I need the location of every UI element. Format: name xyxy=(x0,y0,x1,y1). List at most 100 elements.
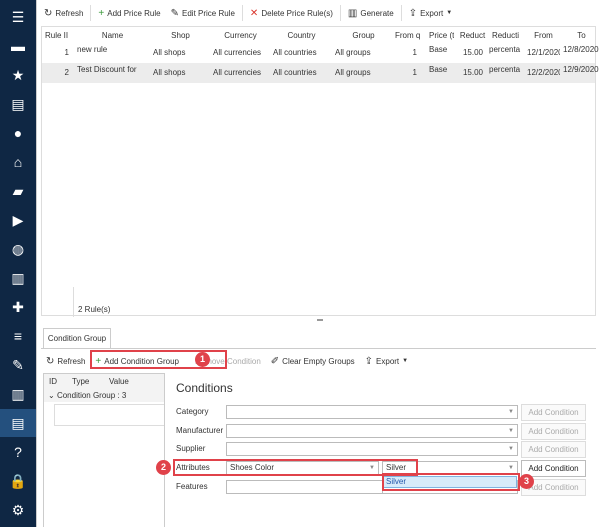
export-button[interactable]: ⇪ Export ▼ xyxy=(406,3,455,23)
chevron-down-icon: ▼ xyxy=(508,409,514,415)
refresh-button[interactable]: ↻ Refresh xyxy=(41,3,86,23)
sidebar-item-comment[interactable]: ▰ xyxy=(0,177,36,205)
table-cell: All countries xyxy=(273,68,317,77)
price-rules-grid: 2 Rule(s) Rule II Name Shop Currency Country… xyxy=(41,26,599,317)
add-condition-button[interactable]: Add Condition xyxy=(521,423,586,440)
chevron-down-icon: ⌄ xyxy=(48,391,55,400)
table-cell: percenta xyxy=(489,45,521,54)
col-value: Value xyxy=(109,377,129,386)
sidebar-item-store[interactable]: ▬ xyxy=(0,32,36,60)
comment-icon: ▰ xyxy=(12,182,24,199)
col-id: ID xyxy=(49,377,57,386)
group-child-row[interactable] xyxy=(54,404,164,426)
report-icon: ▥ xyxy=(11,385,25,402)
tree-header: ID Type Value xyxy=(44,374,164,388)
sidebar-item-sliders[interactable]: ≡ xyxy=(0,322,36,350)
pencil-icon: ✎ xyxy=(170,7,179,19)
col-type: Type xyxy=(72,377,90,386)
table-cell: 1 xyxy=(64,48,69,57)
chevron-down-icon: ▼ xyxy=(446,10,453,16)
condition-tree: ID Type Value ⌄ Condition Group : 3 xyxy=(43,373,165,527)
refresh-conditions-button[interactable]: ↻ Refresh xyxy=(43,351,88,371)
step-badge: 2 xyxy=(156,460,171,475)
sidebar-item-user[interactable]: ● xyxy=(0,119,36,147)
plus-icon: + xyxy=(98,7,105,19)
eraser-icon: ✐ xyxy=(270,355,280,367)
refresh-icon: ↻ xyxy=(44,7,53,19)
table-cell: All groups xyxy=(335,48,371,57)
truck-icon: ▶ xyxy=(12,211,24,228)
clear-empty-groups-button[interactable]: ✐ Clear Empty Groups xyxy=(268,351,358,371)
sidebar-item-globe[interactable]: ◍ xyxy=(0,235,36,263)
tab-condition-group[interactable]: Condition Group xyxy=(43,328,111,349)
table-cell: All currencies xyxy=(213,48,262,57)
inbox-icon: ▤ xyxy=(11,95,25,112)
delete-price-rule-button[interactable]: ✕ Delete Price Rule(s) xyxy=(247,3,336,23)
divider xyxy=(339,5,341,21)
table-cell: 15.00 xyxy=(462,68,483,77)
menu-icon: ☰ xyxy=(11,8,25,25)
sidebar-item-inbox[interactable]: ▤ xyxy=(0,90,36,118)
table-cell: percenta xyxy=(489,65,521,74)
condition-label: Manufacturer xyxy=(176,426,224,435)
condition-label: Supplier xyxy=(176,444,206,453)
wrench-icon: ✎ xyxy=(12,356,24,373)
export-conditions-button[interactable]: ⇪ Export ▼ xyxy=(362,351,411,371)
close-icon: ✕ xyxy=(249,7,259,19)
table-cell: 15.00 xyxy=(462,48,483,57)
chevron-down-icon: ▼ xyxy=(508,428,514,434)
sidebar-item-chart[interactable]: ▥ xyxy=(0,264,36,292)
generate-button[interactable]: ▥ Generate xyxy=(345,3,397,23)
refresh-icon: ↻ xyxy=(46,355,55,367)
step-badge: 3 xyxy=(519,474,534,489)
table-cell: 12/2/2020 xyxy=(527,68,560,77)
table-cell: 1 xyxy=(412,48,417,57)
toolbar: ↻ Refresh + Add Price Rule ✎ Edit Price Rul… xyxy=(41,2,455,24)
divider xyxy=(400,5,402,21)
chevron-down-icon: ▼ xyxy=(402,358,409,364)
condition-group-node[interactable]: ⌄ Condition Group : 3 xyxy=(44,388,164,402)
condition-combo[interactable]: ▼ xyxy=(226,442,518,456)
chevron-down-icon: ▼ xyxy=(508,446,514,452)
table-cell: 1 xyxy=(412,68,417,77)
sidebar-item-lock[interactable]: 🔒 xyxy=(0,467,36,495)
store-icon: ▬ xyxy=(11,38,25,54)
sidebar-item-menu[interactable]: ☰ xyxy=(0,3,36,31)
edit-price-rule-button[interactable]: ✎ Edit Price Rule xyxy=(168,3,238,23)
sidebar-item-wrench[interactable]: ✎ xyxy=(0,351,36,379)
table-cell: Base xyxy=(429,45,448,54)
add-condition-button[interactable]: Add Condition xyxy=(521,404,586,421)
archive-icon: ▤ xyxy=(11,414,25,431)
sidebar-item-basket[interactable]: ⌂ xyxy=(0,148,36,176)
generate-icon: ▥ xyxy=(347,7,358,19)
table-cell: All shops xyxy=(153,68,186,77)
globe-icon: ◍ xyxy=(11,240,25,257)
table-cell: 12/9/2020 xyxy=(563,65,599,74)
sidebar-item-gear[interactable]: ⚙ xyxy=(0,496,36,524)
condition-label: Features xyxy=(176,482,208,491)
sidebar-item-help[interactable]: ? xyxy=(0,438,36,466)
sidebar-item-archive[interactable]: ▤ xyxy=(0,409,36,437)
sidebar-item-report[interactable]: ▥ xyxy=(0,380,36,408)
add-price-rule-button[interactable]: + Add Price Rule xyxy=(95,3,163,23)
table-cell: All shops xyxy=(153,48,186,57)
table-row[interactable]: 1 new rule All shops All currencies All coun… xyxy=(42,43,599,63)
export-icon: ⇪ xyxy=(408,7,418,19)
condition-combo[interactable]: ▼ xyxy=(226,405,518,419)
main: ↻ Refresh + Add Price Rule ✎ Edit Price Rul… xyxy=(36,0,600,527)
help-icon: ? xyxy=(14,444,22,460)
table-cell: All currencies xyxy=(213,68,262,77)
star-icon: ★ xyxy=(11,66,25,83)
table-row[interactable]: 2 Test Discount for All shops All currencie… xyxy=(42,63,599,83)
splitter-handle[interactable] xyxy=(317,319,323,321)
rule-count: 2 Rule(s) xyxy=(78,305,111,314)
condition-combo[interactable]: ▼ xyxy=(226,424,518,438)
sidebar-item-puzzle[interactable]: ✚ xyxy=(0,293,36,321)
sidebar-item-truck[interactable]: ▶ xyxy=(0,206,36,234)
step-badge: 1 xyxy=(195,352,210,367)
chart-icon: ▥ xyxy=(11,269,25,286)
add-condition-button[interactable]: Add Condition xyxy=(521,441,586,458)
sidebar-item-star[interactable]: ★ xyxy=(0,61,36,89)
divider xyxy=(41,348,596,349)
table-cell: Test Discount for xyxy=(77,65,137,74)
